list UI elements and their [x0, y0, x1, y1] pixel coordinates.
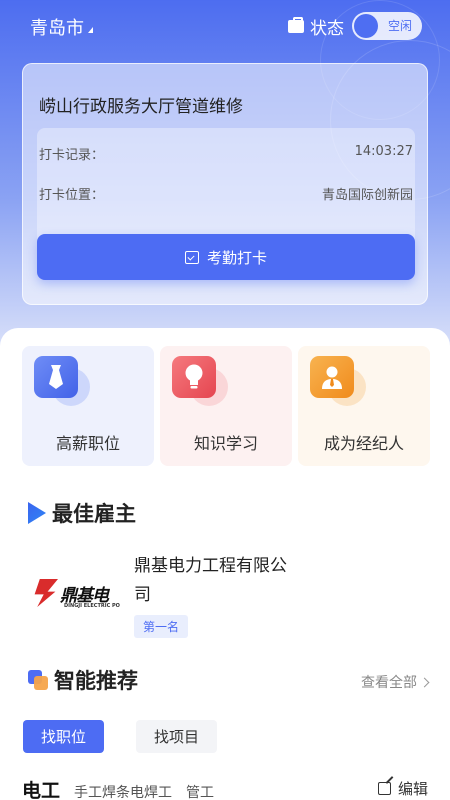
tile-knowledge[interactable]: 知识学习: [160, 346, 292, 466]
section-title: 智能推荐: [54, 669, 138, 693]
play-icon: [28, 502, 46, 524]
punch-in-button[interactable]: 考勤打卡: [37, 234, 415, 280]
record-label: 打卡记录：: [39, 148, 105, 163]
tie-icon: [34, 356, 78, 398]
city-selector[interactable]: 青岛市: [30, 14, 93, 40]
record-time: 14:03:27: [354, 144, 413, 159]
edit-button[interactable]: 编辑: [377, 778, 428, 799]
top-bar: 青岛市 状态 空闲: [0, 10, 450, 42]
edit-label: 编辑: [397, 780, 428, 798]
city-label: 青岛市: [30, 18, 84, 39]
status-value: 空闲: [387, 19, 412, 33]
recommend-header: 智能推荐: [28, 665, 138, 695]
quick-tiles: 高薪职位 知识学习 成为经纪人: [22, 346, 430, 466]
punch-in-label: 考勤打卡: [206, 248, 267, 267]
location-row: 打卡位置： 青岛国际创新园: [39, 184, 413, 203]
attendance-card: 崂山行政服务大厅管道维修 打卡记录： 14:03:27 打卡位置： 青岛国际创新…: [22, 63, 428, 305]
category-welder[interactable]: 手工焊条电焊工: [74, 782, 172, 800]
status-toggle[interactable]: 空闲: [352, 12, 422, 40]
tile-become-agent[interactable]: 成为经纪人: [298, 346, 430, 466]
location-label: 打卡位置：: [39, 188, 105, 203]
tile-label: 成为经纪人: [323, 434, 404, 453]
lightning-logo-icon: [34, 579, 58, 607]
category-bar: 电工 手工焊条电焊工 管工: [22, 776, 228, 800]
rank-badge: 第一名: [134, 615, 189, 638]
view-all-link[interactable]: 查看全部: [361, 672, 430, 692]
status-area: 状态 空闲: [288, 12, 422, 40]
company-name[interactable]: 鼎基电力工程有限公司: [134, 552, 294, 610]
chevron-right-icon: [419, 677, 430, 687]
best-employer-header: 最佳雇主: [28, 498, 136, 528]
squares-icon: [28, 670, 48, 690]
agent-person-icon: [310, 356, 354, 398]
location-value: 青岛国际创新园: [321, 188, 413, 203]
status-label: 状态: [310, 18, 344, 39]
logo-subtext: DINGJI ELECTRIC PO: [64, 603, 120, 609]
caret-down-icon: [88, 27, 93, 33]
category-electrician[interactable]: 电工: [22, 776, 60, 800]
toggle-knob: [354, 14, 378, 38]
edit-icon: [377, 782, 391, 795]
section-title: 最佳雇主: [52, 502, 136, 526]
company-logo[interactable]: 鼎基电 DINGJI ELECTRIC PO: [32, 575, 124, 611]
view-all-label: 查看全部: [361, 675, 417, 691]
tab-find-project[interactable]: 找项目: [136, 720, 218, 753]
tile-label: 知识学习: [193, 434, 258, 453]
category-pipefitter[interactable]: 管工: [186, 782, 214, 800]
calendar-check-icon: [184, 250, 199, 264]
record-row: 打卡记录： 14:03:27: [39, 144, 413, 163]
project-title: 崂山行政服务大厅管道维修: [39, 97, 243, 117]
lightbulb-icon: [172, 356, 216, 398]
logo-text: 鼎基电: [60, 585, 109, 606]
tile-label: 高薪职位: [55, 434, 120, 453]
tile-high-salary[interactable]: 高薪职位: [22, 346, 154, 466]
briefcase-icon: [288, 16, 304, 33]
tab-find-job[interactable]: 找职位: [23, 720, 105, 753]
